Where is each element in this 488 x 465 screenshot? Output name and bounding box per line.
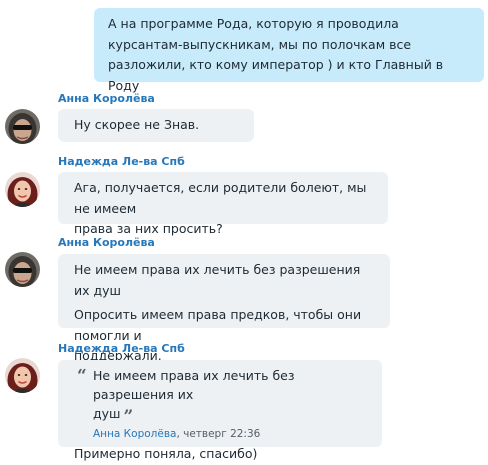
sender-name[interactable]: Надежда Ле-ва Спб: [58, 155, 185, 168]
open-quote-icon: “: [77, 366, 87, 386]
outgoing-message-bubble[interactable]: А на программе Рода, которую я проводила…: [94, 8, 484, 93]
message-text-line: Примерно поняла, спасибо): [74, 446, 258, 461]
message-bubble[interactable]: “ Не имеем права их лечить без разрешени…: [58, 360, 382, 461]
message-text-line: Опросить имеем права предков, чтобы они …: [74, 307, 362, 343]
avatar[interactable]: [5, 172, 40, 207]
quote-text-line: Не имеем права их лечить без разрешения …: [93, 368, 295, 402]
message-bubble[interactable]: Не имеем права их лечить без разрешения …: [58, 254, 390, 363]
message-text-line: А на программе Рода, которую я проводила: [108, 16, 399, 31]
message-bubble[interactable]: Ну скорее не Знав.: [58, 109, 254, 142]
avatar[interactable]: [5, 109, 40, 144]
quote-text-line-with-close: душ”: [93, 404, 370, 427]
quote-meta: Анна Королёва, четверг 22:36: [74, 427, 370, 442]
message-bubble[interactable]: Ага, получается, если родители болеют, м…: [58, 172, 388, 236]
message-text-line: разложили, кто кому император ) и кто Гл…: [108, 57, 444, 93]
avatar-photo-nadezhda: [5, 358, 40, 393]
sender-name[interactable]: Анна Королёва: [58, 236, 155, 249]
message-text-line: курсантам-выпускникам, мы по полочкам вс…: [108, 36, 412, 52]
quote-timestamp: , четверг 22:36: [176, 428, 261, 440]
message-text-line: Не имеем права их лечить без разрешения …: [74, 262, 361, 298]
quote-text-line: душ: [93, 406, 121, 421]
avatar-photo-anna: [5, 252, 40, 287]
sender-name[interactable]: Надежда Ле-ва Спб: [58, 342, 185, 355]
chat-conversation: А на программе Рода, которую я проводила…: [0, 0, 488, 461]
sender-name[interactable]: Анна Королёва: [58, 92, 155, 105]
avatar[interactable]: [5, 358, 40, 393]
avatar[interactable]: [5, 252, 40, 287]
quote-author[interactable]: Анна Королёва: [93, 428, 176, 440]
avatar-photo-anna: [5, 109, 40, 144]
quoted-message[interactable]: “ Не имеем права их лечить без разрешени…: [74, 366, 370, 427]
close-quote-icon: ”: [123, 407, 134, 427]
message-text-line: Ну скорее не Знав.: [74, 117, 200, 132]
avatar-photo-nadezhda: [5, 172, 40, 207]
message-text-line: Ага, получается, если родители болеют, м…: [74, 180, 367, 216]
